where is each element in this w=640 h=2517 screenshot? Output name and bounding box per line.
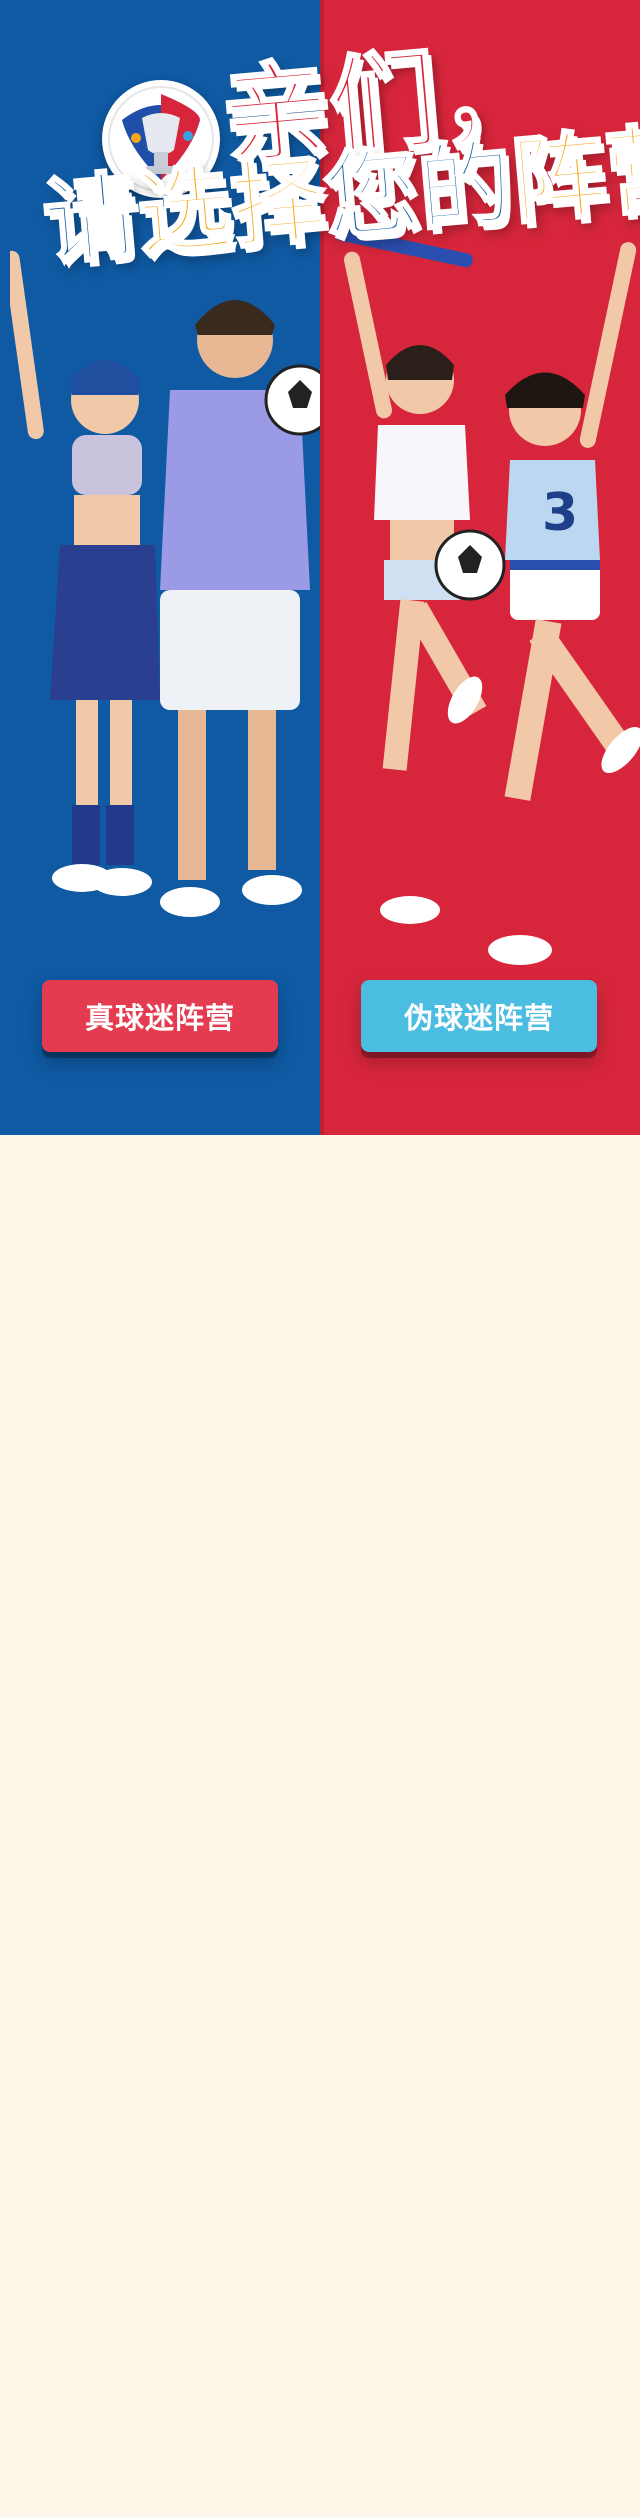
headline-line2-middle: 您的 [319,128,519,256]
fans-couple-photo-icon [10,230,320,950]
empty-page-area [0,1135,640,2517]
headline-line2-prefix: 请 [38,160,144,280]
svg-text:3: 3 [542,483,578,543]
fake-fan-camp-button[interactable]: 伪球迷阵营 [361,980,597,1052]
hero-poster: 3 亲们， 请选择您的阵营！ 真球迷阵营 伪球迷阵营 [0,0,640,1135]
fans-girls-photo-icon: 3 [330,230,640,980]
headline-accent-choose: 选择 [131,144,331,272]
true-fan-camp-button[interactable]: 真球迷阵营 [42,980,278,1052]
